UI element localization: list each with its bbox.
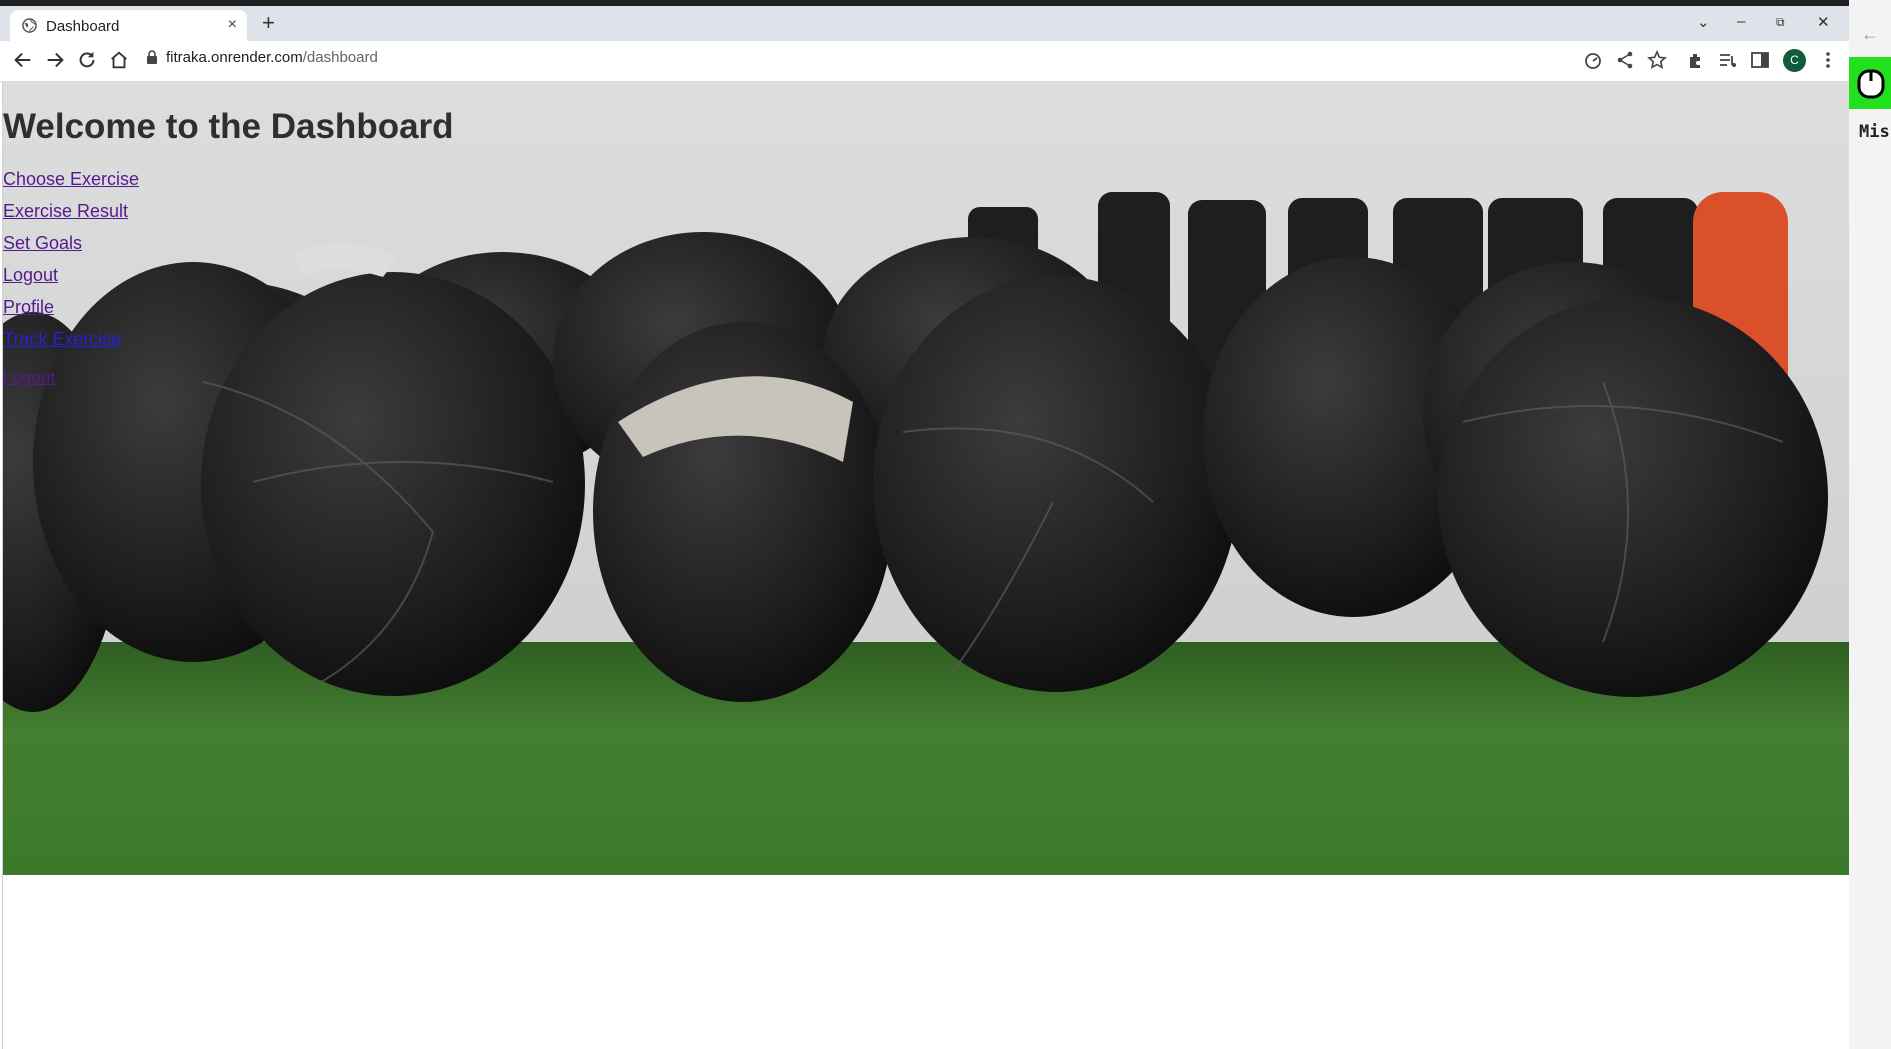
tab-strip: Dashboard × + ⌄ – ⧉ ✕ [0,6,1849,41]
cast-icon[interactable] [1583,50,1603,70]
lock-icon [147,50,157,64]
star-icon[interactable] [1647,50,1667,70]
track-exercise-link[interactable]: Track Exercise [3,329,121,350]
menu-icon[interactable] [1818,50,1838,70]
forward-icon[interactable] [44,49,66,71]
url-host: fitraka.onrender.com [166,49,303,66]
tab-close-icon[interactable]: × [228,16,237,34]
address-bar[interactable]: fitraka.onrender.com/dashboard [146,49,378,66]
page-viewport: Welcome to the Dashboard Choose Exercise… [2,82,1850,1049]
share-icon[interactable] [1615,50,1635,70]
tab-title: Dashboard [46,18,120,35]
side-panel-text: Mis [1859,122,1890,142]
extensions-icon[interactable] [1686,50,1706,70]
set-goals-link[interactable]: Set Goals [3,233,82,254]
logout-link[interactable]: Logout [3,265,58,286]
restore-icon[interactable]: ⧉ [1776,15,1785,30]
close-window-icon[interactable]: ✕ [1817,13,1830,31]
new-tab-button[interactable]: + [262,11,275,35]
side-back-icon[interactable]: ← [1861,24,1879,45]
profile-link[interactable]: Profile [3,297,54,318]
side-panel-icon[interactable] [1750,50,1770,70]
tab-dashboard[interactable]: Dashboard × [10,10,247,41]
logout-link-2[interactable]: Logout [3,368,55,388]
back-icon[interactable] [12,49,34,71]
url-path: /dashboard [302,49,378,66]
page-title: Welcome to the Dashboard [3,107,454,146]
home-icon[interactable] [108,49,130,71]
side-panel: ← Mis [1849,0,1891,1049]
choose-exercise-link[interactable]: Choose Exercise [3,169,139,190]
hero-background-image [3,82,1849,875]
reload-icon[interactable] [76,49,98,71]
exercise-result-link[interactable]: Exercise Result [3,201,128,222]
browser-toolbar: fitraka.onrender.com/dashboard C [0,41,1849,82]
reading-list-icon[interactable] [1718,50,1738,70]
globe-icon [22,18,37,33]
profile-avatar[interactable]: C [1783,49,1806,72]
tab-search-icon[interactable]: ⌄ [1697,13,1710,31]
minimize-icon[interactable]: – [1737,13,1745,30]
extension-icon[interactable] [1849,57,1891,109]
